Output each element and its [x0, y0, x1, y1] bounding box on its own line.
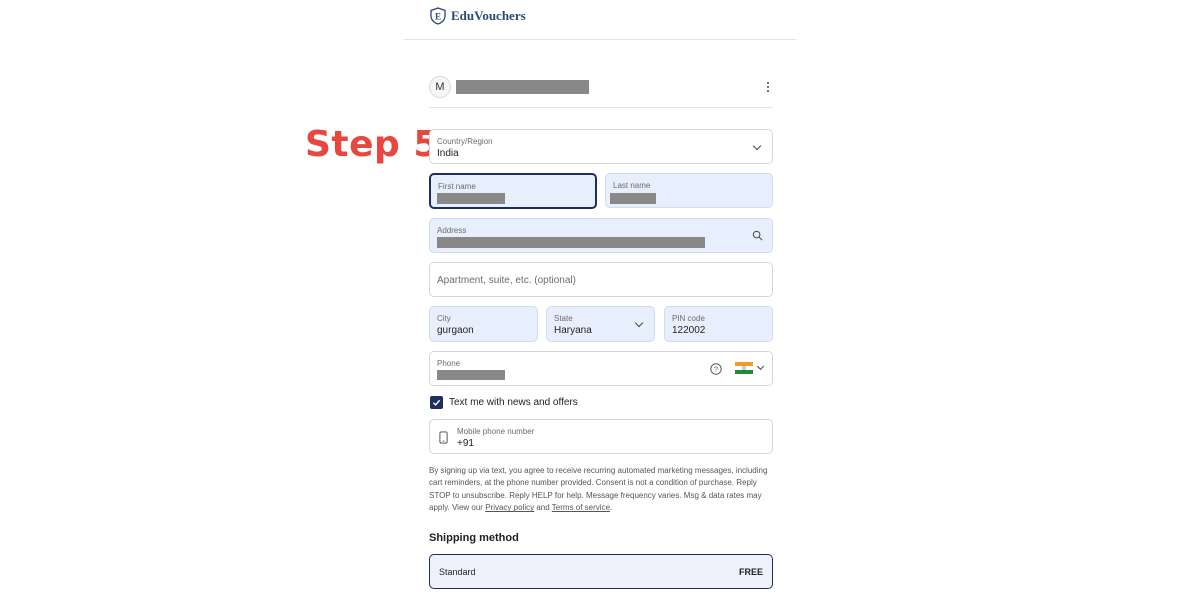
first-name-label: First name [438, 182, 476, 191]
address-label: Address [437, 226, 467, 235]
pin-code-label: PIN code [672, 314, 705, 323]
city-label: City [437, 314, 451, 323]
shipping-method-title: Shipping method [429, 532, 519, 544]
apartment-field[interactable]: Apartment, suite, etc. (optional) [429, 262, 773, 297]
brand-name: EduVouchers [451, 8, 526, 23]
mobile-phone-value: +91 [457, 438, 474, 449]
shield-e-icon: E [430, 7, 446, 25]
city-field[interactable]: City gurgaon [429, 306, 538, 342]
shipping-option-standard[interactable]: Standard FREE [429, 554, 773, 589]
country-code-selector[interactable] [735, 362, 769, 376]
account-row: M [429, 75, 773, 108]
search-icon[interactable] [752, 230, 763, 241]
chevron-down-icon [752, 141, 762, 151]
address-field[interactable]: Address [429, 218, 773, 253]
question-circle-icon[interactable]: ? [710, 363, 722, 375]
step-annotation: Step 5 [305, 124, 439, 165]
redacted-last-name [610, 193, 656, 204]
sms-optin-checkbox[interactable] [430, 396, 443, 409]
mobile-phone-label: Mobile phone number [457, 427, 535, 436]
redacted-email [456, 80, 589, 94]
redacted-address [437, 237, 705, 248]
mobile-phone-icon [439, 431, 448, 444]
shipping-option-name: Standard [439, 567, 476, 577]
pin-code-value: 122002 [672, 325, 706, 336]
redacted-phone [437, 370, 505, 380]
site-header: E EduVouchers [404, 0, 796, 40]
country-value: India [437, 148, 459, 159]
privacy-policy-link[interactable]: Privacy policy [485, 503, 534, 512]
state-label: State [554, 314, 573, 323]
avatar: M [429, 76, 451, 98]
brand-logo[interactable]: E EduVouchers [429, 7, 526, 25]
last-name-field[interactable]: Last name [605, 173, 773, 208]
state-select[interactable]: State Haryana [546, 306, 655, 342]
kebab-menu-icon[interactable] [763, 79, 773, 95]
country-select[interactable]: Country/Region India [429, 129, 773, 164]
chevron-down-icon [756, 362, 765, 371]
phone-field[interactable]: Phone ? [429, 351, 773, 386]
first-name-field[interactable]: First name [429, 173, 597, 209]
shipping-option-price: FREE [738, 567, 763, 577]
disclaimer-end: . [610, 503, 613, 513]
sms-optin-row[interactable]: Text me with news and offers [430, 396, 578, 409]
terms-of-service-link[interactable]: Terms of service [552, 503, 610, 512]
india-flag-icon [735, 362, 753, 374]
sms-optin-label: Text me with news and offers [449, 397, 578, 408]
phone-label: Phone [437, 359, 461, 368]
chevron-down-icon [634, 318, 644, 328]
state-value: Haryana [554, 325, 592, 336]
svg-text:E: E [435, 12, 441, 22]
sms-disclaimer: By signing up via text, you agree to rec… [429, 465, 773, 515]
mobile-phone-field[interactable]: Mobile phone number +91 [429, 419, 773, 454]
pin-code-field[interactable]: PIN code 122002 [664, 306, 773, 342]
city-value: gurgaon [437, 325, 474, 336]
apartment-placeholder: Apartment, suite, etc. (optional) [437, 275, 576, 286]
redacted-first-name [437, 193, 505, 204]
last-name-label: Last name [613, 181, 651, 190]
svg-text:?: ? [714, 365, 718, 374]
country-label: Country/Region [437, 137, 493, 146]
disclaimer-and: and [536, 503, 550, 513]
checkmark-icon [432, 399, 441, 406]
